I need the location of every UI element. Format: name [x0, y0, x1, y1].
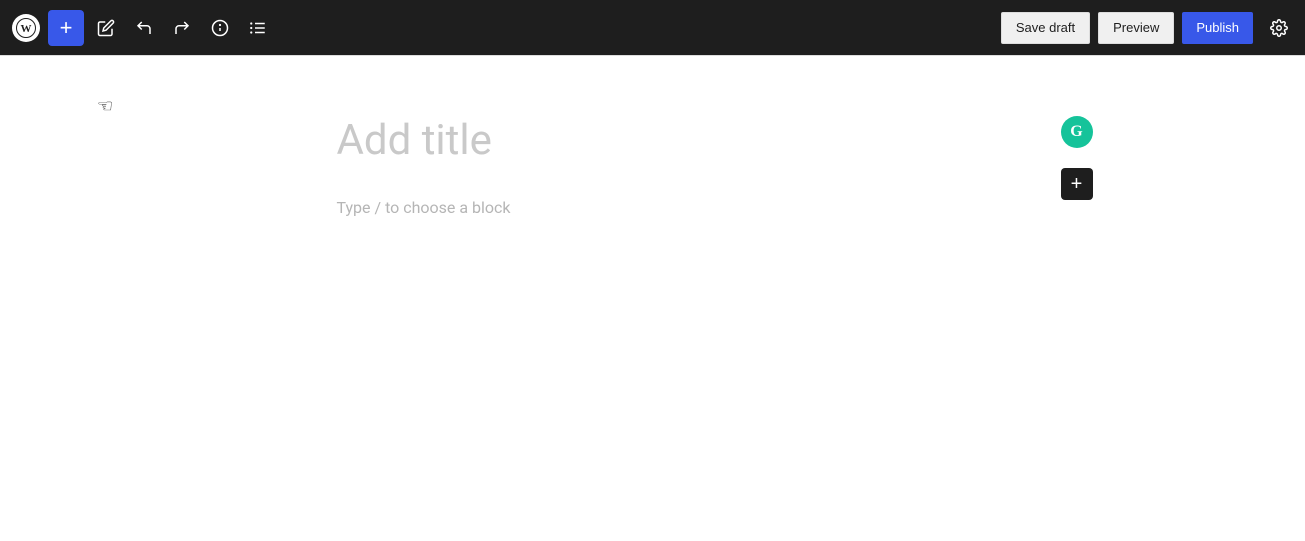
undo-button[interactable]: [126, 10, 162, 46]
publish-label: Publish: [1196, 20, 1239, 35]
block-placeholder-text: Type / to choose a block: [337, 198, 511, 217]
wordpress-icon: W: [16, 18, 36, 38]
edit-mode-button[interactable]: [88, 10, 124, 46]
save-draft-button[interactable]: Save draft: [1001, 12, 1090, 44]
inline-add-block-button[interactable]: +: [1061, 168, 1093, 200]
preview-label: Preview: [1113, 20, 1159, 35]
list-view-icon: [249, 19, 267, 37]
add-block-button[interactable]: +: [48, 10, 84, 46]
editor-area: G + Add title Type / to choose a block ☜: [0, 56, 1305, 541]
undo-icon: [135, 19, 153, 37]
save-draft-label: Save draft: [1016, 20, 1075, 35]
title-field[interactable]: Add title: [333, 116, 973, 166]
info-icon: [211, 19, 229, 37]
toolbar-right: Save draft Preview Publish: [1001, 10, 1297, 46]
list-view-button[interactable]: [240, 10, 276, 46]
editor-content: G + Add title Type / to choose a block: [333, 116, 973, 221]
redo-button[interactable]: [164, 10, 200, 46]
cursor-pointer: ☜: [97, 96, 113, 117]
redo-icon: [173, 19, 191, 37]
settings-gear-icon: [1270, 19, 1288, 37]
inline-add-icon: +: [1071, 173, 1083, 196]
pencil-icon: [97, 19, 115, 37]
grammarly-letter: G: [1070, 123, 1082, 141]
wp-logo: W: [8, 10, 44, 46]
settings-button[interactable]: [1261, 10, 1297, 46]
title-placeholder-text: Add title: [337, 116, 492, 165]
block-field[interactable]: Type / to choose a block: [333, 194, 973, 221]
publish-button[interactable]: Publish: [1182, 12, 1253, 44]
toolbar: W +: [0, 0, 1305, 56]
grammarly-icon: G: [1061, 116, 1093, 148]
preview-button[interactable]: Preview: [1098, 12, 1174, 44]
add-icon: +: [60, 15, 73, 41]
wp-logo-icon: W: [12, 14, 40, 42]
info-button[interactable]: [202, 10, 238, 46]
svg-text:W: W: [21, 23, 32, 35]
